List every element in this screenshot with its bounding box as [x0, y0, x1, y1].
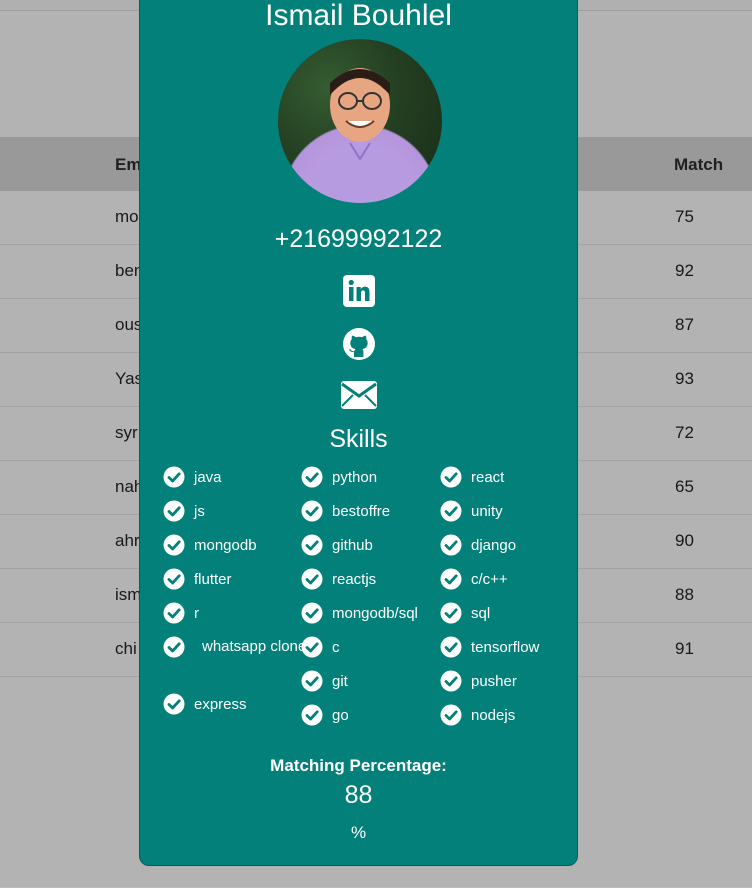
skill-label: unity	[471, 502, 503, 520]
skill-label: tensorflow	[471, 638, 540, 656]
skill-label: r	[194, 604, 199, 622]
skill-label: js	[194, 502, 205, 520]
check-circle-icon	[440, 636, 462, 658]
skill-label: mongodb	[194, 536, 257, 554]
linkedin-link[interactable]	[140, 275, 577, 312]
skill-label: git	[332, 672, 348, 690]
check-circle-icon	[440, 466, 462, 488]
skill-item: go	[301, 704, 349, 726]
skill-item: r	[163, 602, 199, 624]
check-circle-icon	[163, 636, 185, 657]
check-circle-icon	[163, 534, 185, 556]
check-circle-icon	[301, 670, 323, 692]
check-circle-icon	[301, 568, 323, 590]
skill-label: flutter	[194, 570, 232, 588]
skill-label: github	[332, 536, 373, 554]
skill-label: nodejs	[471, 706, 516, 724]
skill-label: java	[194, 468, 222, 486]
skill-label: react	[471, 468, 505, 486]
skill-item: whatsapp clone	[163, 635, 307, 658]
avatar	[278, 39, 442, 203]
check-circle-icon	[163, 466, 185, 488]
skill-item: reactjs	[301, 568, 376, 590]
profile-modal: Ismail Bouhlel +21699992122 Skills java …	[139, 0, 578, 866]
check-circle-icon	[163, 693, 185, 715]
skill-item: c	[301, 636, 340, 658]
check-circle-icon	[440, 534, 462, 556]
skill-item: django	[440, 534, 516, 556]
skill-label: whatsapp clone	[202, 638, 307, 655]
matching-percentage-unit: %	[350, 823, 367, 842]
phone-number: +21699992122	[274, 225, 443, 253]
skill-label: go	[332, 706, 349, 724]
skill-item: github	[301, 534, 373, 556]
profile-name: Ismail Bouhlel	[265, 0, 452, 32]
skill-label: bestoffre	[332, 502, 391, 520]
skill-item: nodejs	[440, 704, 515, 726]
skill-item: mongodb/sql	[301, 602, 418, 624]
skill-label: c	[332, 638, 340, 656]
skill-item: flutter	[163, 568, 232, 590]
matching-percentage-label: Matching Percentage:	[270, 756, 447, 775]
check-circle-icon	[301, 534, 323, 556]
matching-percentage-value: 88	[344, 781, 373, 809]
skill-label: sql	[471, 604, 491, 622]
check-circle-icon	[163, 500, 185, 522]
check-circle-icon	[301, 636, 323, 658]
check-circle-icon	[301, 500, 323, 522]
skill-item: tensorflow	[440, 636, 539, 658]
github-icon	[342, 328, 375, 360]
email-link[interactable]	[140, 381, 577, 414]
skill-item: java	[163, 466, 222, 488]
skill-item: js	[163, 500, 205, 522]
skill-label: express	[194, 695, 247, 713]
skill-item: express	[163, 693, 247, 715]
skill-item: pusher	[440, 670, 517, 692]
skill-item: bestoffre	[301, 500, 390, 522]
skill-item: sql	[440, 602, 490, 624]
envelope-icon	[340, 381, 377, 409]
check-circle-icon	[440, 500, 462, 522]
skill-label: reactjs	[332, 570, 377, 588]
skill-item: c/c++	[440, 568, 508, 590]
check-circle-icon	[301, 466, 323, 488]
check-circle-icon	[440, 602, 462, 624]
github-link[interactable]	[140, 327, 577, 366]
skill-label: django	[471, 536, 517, 554]
skill-label: pusher	[471, 672, 517, 690]
check-circle-icon	[163, 568, 185, 590]
check-circle-icon	[440, 568, 462, 590]
skill-item: react	[440, 466, 504, 488]
check-circle-icon	[440, 704, 462, 726]
check-circle-icon	[163, 602, 185, 624]
skill-label: mongodb/sql	[332, 604, 418, 622]
check-circle-icon	[301, 602, 323, 624]
skill-item: unity	[440, 500, 503, 522]
skill-label: python	[332, 468, 378, 486]
linkedin-icon	[342, 275, 375, 307]
skill-item: python	[301, 466, 377, 488]
skills-title: Skills	[329, 425, 388, 453]
skill-item: git	[301, 670, 348, 692]
skill-label: c/c++	[471, 570, 508, 588]
skill-item: mongodb	[163, 534, 257, 556]
check-circle-icon	[440, 670, 462, 692]
check-circle-icon	[301, 704, 323, 726]
